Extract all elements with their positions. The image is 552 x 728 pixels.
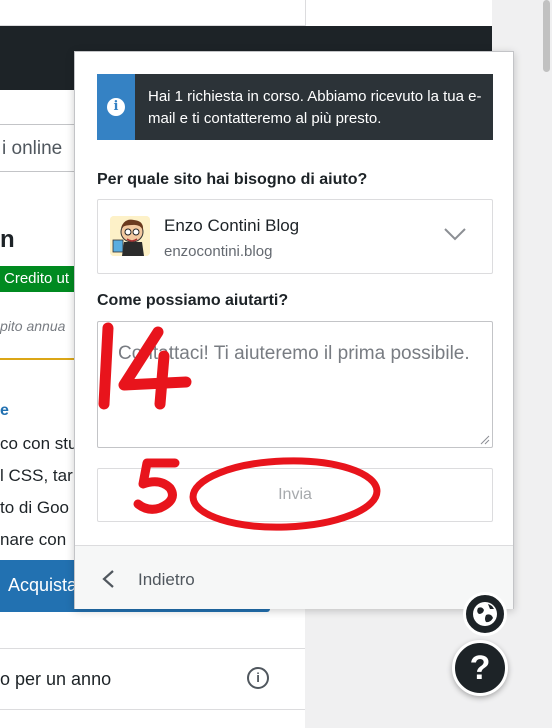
site-selector[interactable]: Enzo Contini Blog enzocontini.blog: [97, 199, 493, 274]
help-button[interactable]: ?: [452, 640, 508, 696]
background-italic-note: pito annua: [0, 318, 66, 334]
background-line: to di Goo: [0, 498, 69, 517]
background-description: co con stu l CSS, tar to di Goo nare con: [0, 428, 74, 556]
scrollbar-thumb[interactable]: [543, 0, 550, 72]
background-line: l CSS, tar: [0, 466, 73, 485]
background-feature-text: o per un anno: [0, 669, 112, 689]
chevron-down-icon[interactable]: [443, 226, 467, 242]
notice-text: Hai 1 richiesta in corso. Abbiamo ricevu…: [148, 88, 482, 127]
background-credit-badge: Credito ut: [0, 266, 74, 292]
back-button[interactable]: Indietro: [138, 570, 195, 590]
background-heading: n: [0, 226, 15, 253]
background-buy-label: Acquista: [8, 575, 78, 595]
site-avatar: [110, 216, 150, 256]
help-contact-panel: i Hai 1 richiesta in corso. Abbiamo rice…: [74, 51, 514, 609]
site-select-label: Per quale sito hai bisogno di aiuto?: [97, 171, 368, 188]
background-line: co con stu: [0, 434, 74, 453]
submit-button[interactable]: Invia: [97, 468, 493, 522]
notice-accent-bar: i: [97, 74, 135, 140]
resize-grip-icon[interactable]: [480, 435, 490, 445]
panel-footer: Indietro: [75, 545, 513, 609]
site-name: Enzo Contini Blog: [164, 216, 300, 235]
background-top-strip: [0, 0, 305, 26]
chevron-left-icon[interactable]: [101, 569, 115, 589]
globe-icon[interactable]: [463, 592, 507, 636]
background-link[interactable]: e: [0, 402, 9, 420]
message-textarea[interactable]: [97, 321, 493, 448]
background-divider: [0, 358, 74, 360]
background-feature-row: o per un anno i: [0, 648, 305, 710]
info-circle-icon[interactable]: i: [247, 667, 269, 689]
background-right-panel: [305, 0, 492, 26]
background-search-text: i online: [2, 138, 63, 159]
scrollbar-track[interactable]: [540, 0, 552, 728]
info-icon: i: [107, 98, 125, 116]
pending-request-notice: i Hai 1 richiesta in corso. Abbiamo rice…: [97, 74, 493, 140]
message-label: Come possiamo aiutarti?: [97, 292, 289, 309]
background-search-field[interactable]: i online: [0, 124, 80, 172]
site-url: enzocontini.blog: [164, 243, 273, 260]
background-line: nare con: [0, 530, 67, 549]
